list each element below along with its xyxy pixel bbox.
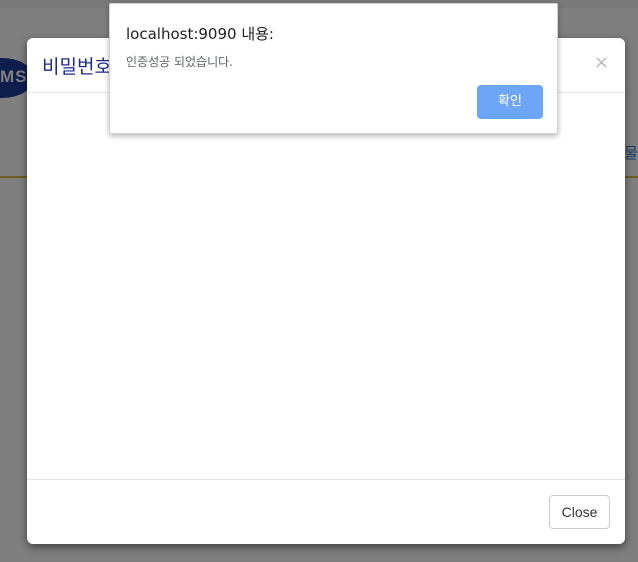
modal-title: 비밀번호 [42,56,112,78]
alert-title: localhost:9090 내용: [126,25,274,43]
page: MS 물 비밀번호 × Close localhost:9090 내용: 인증성… [0,0,638,562]
alert-message: 인증성공 되었습니다. [126,55,233,69]
browser-alert-dialog: localhost:9090 내용: 인증성공 되었습니다. 확인 [109,3,558,134]
close-icon[interactable]: × [594,54,609,72]
close-button[interactable]: Close [549,495,610,529]
alert-ok-button[interactable]: 확인 [477,85,543,119]
modal-body [27,93,625,479]
modal-footer: Close [27,479,625,544]
